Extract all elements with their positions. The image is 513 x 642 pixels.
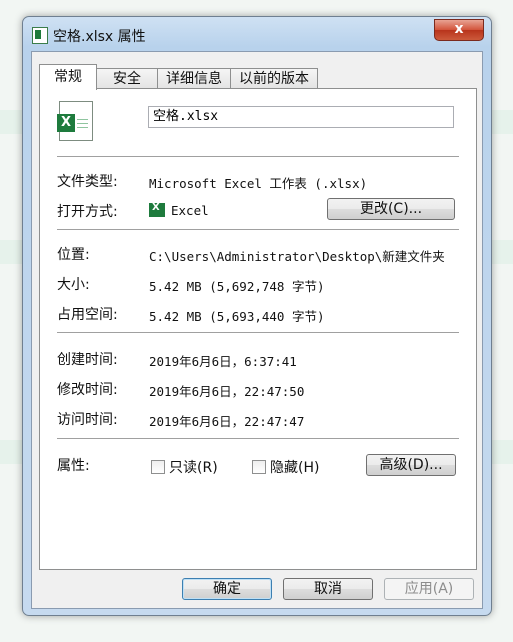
created-value: 2019年6月6日，6:37:41 [149,354,297,369]
title-bar[interactable]: 空格.xlsx 属性 x [23,17,491,51]
size-value: 5.42 MB (5,692,748 字节) [149,279,325,294]
hidden-checkbox-box[interactable] [252,460,266,474]
divider [57,332,459,333]
advanced-button[interactable]: 高级(D)... [366,454,456,476]
cancel-button[interactable]: 取消 [283,578,373,600]
modified-value: 2019年6月6日，22:47:50 [149,384,305,399]
tab-general[interactable]: 常规 [39,64,97,90]
open-with-value: Excel [149,202,209,218]
hidden-checkbox[interactable]: 隐藏(H) [252,457,319,477]
accessed-label: 访问时间: [57,412,118,428]
attributes-label: 属性: [57,458,90,474]
file-name-field[interactable] [148,106,454,128]
readonly-label: 只读(R) [169,460,218,476]
location-label: 位置: [57,247,90,263]
readonly-checkbox-box[interactable] [151,460,165,474]
open-with-label: 打开方式: [57,204,118,220]
modified-label: 修改时间: [57,382,118,398]
file-type-value: Microsoft Excel 工作表 (.xlsx) [149,176,368,191]
disk-size-label: 占用空间: [57,307,118,323]
file-type-label: 文件类型: [57,174,118,190]
properties-dialog: 空格.xlsx 属性 x 常规 安全 详细信息 以前的版本 X 文件类型: Mi… [22,16,492,616]
general-panel: X 文件类型: Microsoft Excel 工作表 (.xlsx) 打开方式… [39,88,477,570]
change-button[interactable]: 更改(C)... [327,198,455,220]
excel-app-icon [149,202,165,217]
hidden-label: 隐藏(H) [270,460,320,476]
ok-button[interactable]: 确定 [182,578,272,600]
window-title: 空格.xlsx 属性 [53,29,146,45]
created-label: 创建时间: [57,352,118,368]
location-value: C:\Users\Administrator\Desktop\新建文件夹 [149,249,445,264]
dialog-client-area: 常规 安全 详细信息 以前的版本 X 文件类型: Microsoft Excel… [31,51,483,609]
divider [57,229,459,230]
tab-previous-versions[interactable]: 以前的版本 [230,68,318,89]
excel-file-large-icon: X [57,101,93,141]
readonly-checkbox[interactable]: 只读(R) [151,457,218,477]
close-button[interactable]: x [434,19,484,41]
open-with-app-name: Excel [171,203,209,218]
size-label: 大小: [57,277,90,293]
excel-file-icon [32,27,48,44]
apply-button[interactable]: 应用(A) [384,578,474,600]
tab-security[interactable]: 安全 [96,68,158,89]
disk-size-value: 5.42 MB (5,693,440 字节) [149,309,325,324]
divider [57,156,459,157]
accessed-value: 2019年6月6日，22:47:47 [149,414,305,429]
divider [57,438,459,439]
tab-details[interactable]: 详细信息 [157,68,231,89]
